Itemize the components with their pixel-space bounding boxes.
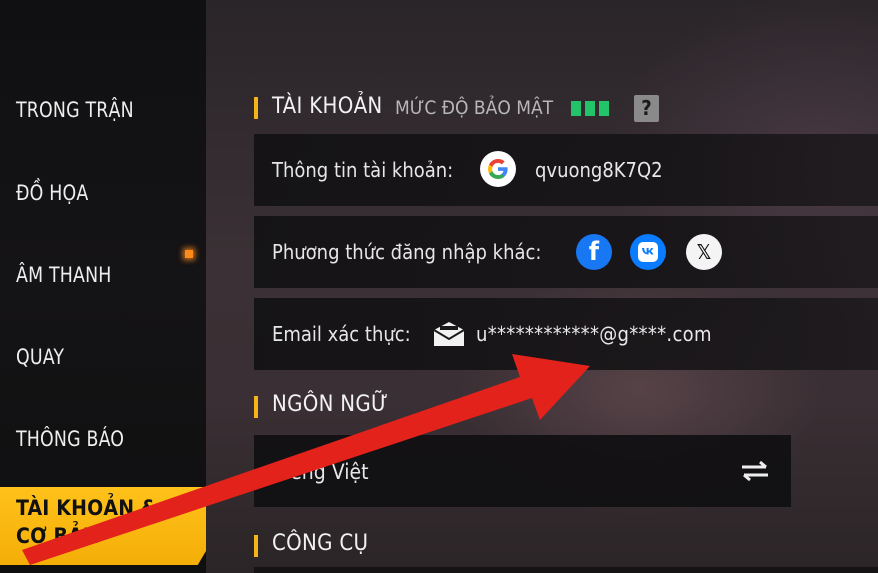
google-icon <box>480 151 516 187</box>
section-accent-bar <box>254 97 258 119</box>
security-block <box>585 101 595 116</box>
email-label: Email xác thực: <box>272 322 411 346</box>
language-selector[interactable]: Tiếng Việt <box>254 435 791 507</box>
security-block <box>599 101 609 116</box>
vk-icon[interactable] <box>630 234 666 270</box>
language-section-title: NGÔN NGỮ <box>272 392 389 417</box>
tools-row-edge <box>254 567 878 573</box>
security-level-label: MỨC ĐỘ BẢO MẬT <box>395 97 554 119</box>
language-value: Tiếng Việt <box>274 460 369 484</box>
x-icon[interactable]: 𝕏 <box>686 234 722 270</box>
sidebar-item-account-label: TÀI KHOẢN & CƠ BẢN <box>16 496 158 548</box>
security-level-indicator <box>571 101 609 116</box>
account-section-title: TÀI KHOẢN <box>272 94 383 119</box>
security-block <box>571 101 581 116</box>
sidebar-item-graphics[interactable]: ĐỒ HỌA <box>16 181 88 205</box>
sidebar-item-record[interactable]: QUAY <box>16 345 64 369</box>
section-accent-bar <box>254 535 258 557</box>
facebook-icon[interactable]: f <box>576 234 612 270</box>
other-login-row: Phương thức đăng nhập khác: f 𝕏 <box>254 216 878 288</box>
tools-section-title: CÔNG CỤ <box>272 531 369 556</box>
notification-dot <box>185 250 193 258</box>
sidebar-item-sound[interactable]: ÂM THANH <box>16 263 112 287</box>
swap-arrows-icon[interactable] <box>738 459 772 483</box>
sidebar-item-notifications[interactable]: THÔNG BÁO <box>16 427 124 451</box>
other-login-label: Phương thức đăng nhập khác: <box>272 240 542 264</box>
account-info-row: Thông tin tài khoản: qvuong8K7Q2 <box>254 134 878 206</box>
verified-email-value: u************@g****.com <box>476 322 712 346</box>
sidebar-item-in-match[interactable]: TRONG TRẬN <box>16 98 134 122</box>
help-icon[interactable]: ? <box>634 95 659 122</box>
section-accent-bar <box>254 396 258 418</box>
account-info-label: Thông tin tài khoản: <box>272 158 454 182</box>
mail-icon <box>433 322 465 346</box>
verified-email-row: Email xác thực: u************@g****.com <box>254 298 878 370</box>
account-username: qvuong8K7Q2 <box>535 158 663 182</box>
